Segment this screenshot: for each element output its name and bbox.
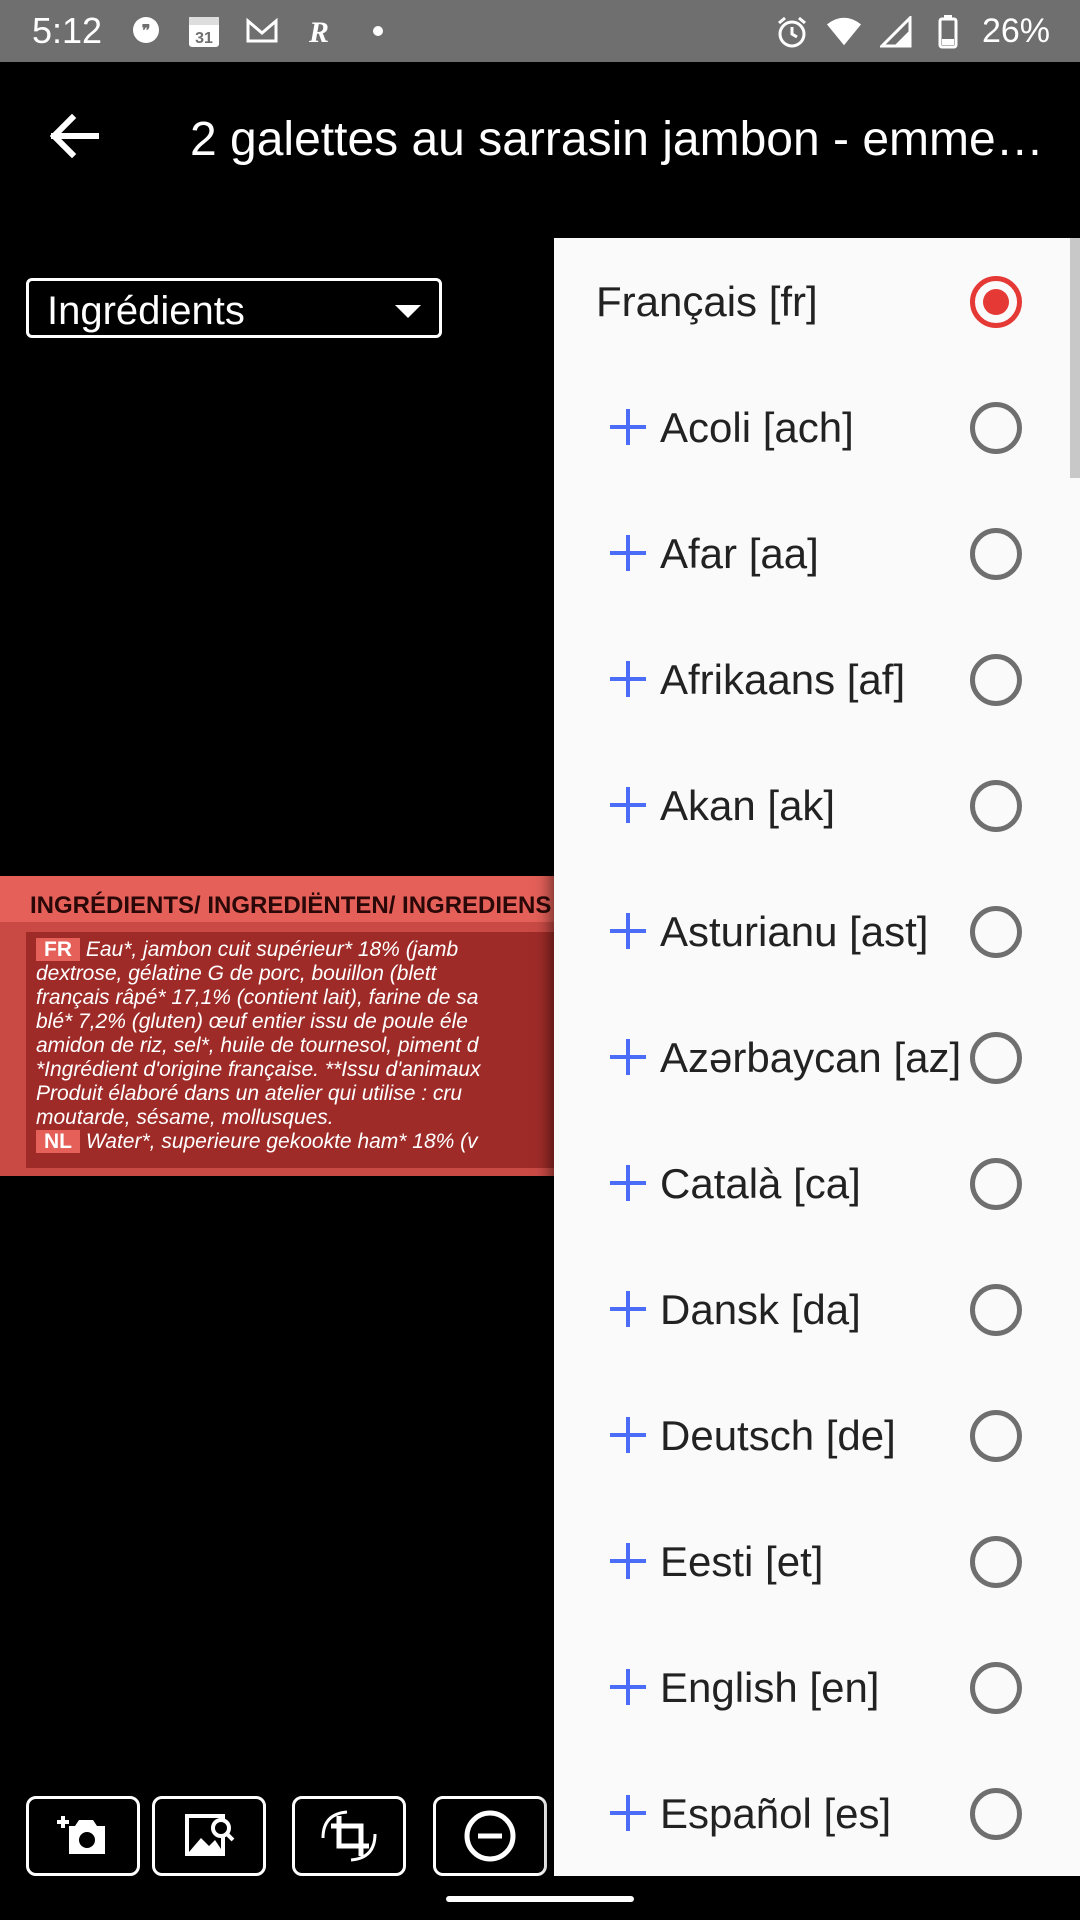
photo-body-text: FR Eau*, jambon cuit supérieur* 18% (jam… [26, 932, 560, 1168]
plus-icon[interactable] [608, 911, 648, 951]
language-label: Azərbaycan [az] [660, 1034, 962, 1081]
plus-icon[interactable] [608, 1541, 648, 1581]
radio-button[interactable] [970, 780, 1022, 832]
language-item-en[interactable]: English [en] [554, 1624, 1080, 1750]
photo-line: français râpé* 17,1% (contient lait), fa… [36, 986, 479, 1009]
minus-circle-icon [464, 1810, 516, 1862]
signal-icon [878, 14, 914, 50]
radio-button[interactable] [970, 654, 1022, 706]
arrow-left-icon [49, 113, 99, 159]
plus-icon[interactable] [608, 1037, 648, 1077]
language-label: Deutsch [de] [660, 1412, 896, 1459]
notification-icons: ❞ 31 R [128, 13, 396, 49]
language-item-ast[interactable]: Asturianu [ast] [554, 868, 1080, 994]
remove-image-button[interactable] [433, 1796, 547, 1876]
app-toolbar: 2 galettes au sarrasin jambon - emmental [0, 62, 1080, 212]
language-label: Dansk [da] [660, 1286, 861, 1333]
radio-button[interactable] [970, 528, 1022, 580]
status-bar: 5:12 ❞ 31 R 26% [0, 0, 1080, 62]
gallery-button[interactable] [152, 1796, 266, 1876]
language-item-de[interactable]: Deutsch [de] [554, 1372, 1080, 1498]
radio-button[interactable] [970, 1158, 1022, 1210]
image-type-dropdown[interactable]: Ingrédients [26, 278, 442, 338]
language-label: English [en] [660, 1664, 880, 1711]
radio-button[interactable] [970, 1284, 1022, 1336]
photo-line: amidon de riz, sel*, huile de tournesol,… [36, 1034, 479, 1057]
radio-selected[interactable] [970, 276, 1022, 328]
photo-line: moutarde, sésame, mollusques. [36, 1106, 334, 1129]
wifi-icon [826, 14, 862, 50]
quote-bubble-icon: ❞ [128, 13, 164, 49]
language-label: Asturianu [ast] [660, 908, 929, 955]
calendar-icon: 31 [186, 13, 222, 49]
r-app-icon: R [302, 13, 338, 49]
calendar-day: 31 [195, 30, 213, 47]
dot-icon [360, 13, 396, 49]
gesture-nav-handle[interactable] [446, 1896, 634, 1902]
svg-text:R: R [308, 16, 329, 48]
language-item-fr[interactable]: Français [fr] [554, 238, 1080, 364]
ingredients-photo[interactable]: INGRÉDIENTS/ INGREDIËNTEN/ INGREDIENS FR… [0, 876, 560, 1176]
alarm-icon [774, 14, 810, 50]
plus-icon[interactable] [608, 407, 648, 447]
radio-button[interactable] [970, 906, 1022, 958]
language-popup-menu: Français [fr] Acoli [ach] Afar [aa] Afri… [554, 238, 1080, 1876]
image-type-selected: Ingrédients [47, 289, 245, 333]
add-photo-button[interactable] [26, 1796, 140, 1876]
status-time: 5:12 [32, 10, 103, 51]
radio-button[interactable] [970, 1536, 1022, 1588]
photo-line: *Ingrédient d'origine française. **Issu … [36, 1058, 481, 1081]
radio-button[interactable] [970, 1788, 1022, 1840]
plus-icon[interactable] [608, 1667, 648, 1707]
language-item-ca[interactable]: Català [ca] [554, 1120, 1080, 1246]
photo-line: NL Water*, superieure gekookte ham* 18% … [36, 1130, 556, 1154]
gmail-icon [244, 13, 280, 49]
plus-icon[interactable] [608, 1415, 648, 1455]
photo-header-text: INGRÉDIENTS/ INGREDIËNTEN/ INGREDIENS [0, 876, 560, 922]
chevron-down-icon [395, 305, 421, 318]
plus-icon[interactable] [608, 533, 648, 573]
photo-line: FR Eau*, jambon cuit supérieur* 18% (jam… [36, 938, 556, 962]
system-icons: 26% [774, 12, 1050, 51]
language-item-aa[interactable]: Afar [aa] [554, 490, 1080, 616]
language-label: Acoli [ach] [660, 404, 854, 451]
language-item-af[interactable]: Afrikaans [af] [554, 616, 1080, 742]
language-label: Akan [ak] [660, 782, 836, 829]
plus-icon[interactable] [608, 1289, 648, 1329]
radio-button[interactable] [970, 1410, 1022, 1462]
language-item-et[interactable]: Eesti [et] [554, 1498, 1080, 1624]
plus-icon[interactable] [608, 785, 648, 825]
photo-line: blé* 7,2% (gluten) œuf entier issu de po… [36, 1010, 468, 1033]
language-item-az[interactable]: Azərbaycan [az] [554, 994, 1080, 1120]
radio-button[interactable] [970, 402, 1022, 454]
radio-button[interactable] [970, 1662, 1022, 1714]
language-label: Català [ca] [660, 1160, 861, 1207]
language-item-ach[interactable]: Acoli [ach] [554, 364, 1080, 490]
language-label: Eesti [et] [660, 1538, 824, 1585]
plus-icon[interactable] [608, 1793, 648, 1833]
language-label: Español [es] [660, 1790, 892, 1837]
plus-icon[interactable] [608, 659, 648, 699]
image-search-icon [185, 1814, 235, 1856]
language-item-da[interactable]: Dansk [da] [554, 1246, 1080, 1372]
back-button[interactable] [44, 106, 104, 166]
crop-rotate-button[interactable] [292, 1796, 406, 1876]
camera-plus-icon [57, 1816, 105, 1854]
page-title: 2 galettes au sarrasin jambon - emmental [190, 113, 1050, 166]
language-label: Français [fr] [596, 278, 818, 325]
language-label: Afar [aa] [660, 530, 819, 577]
language-item-ak[interactable]: Akan [ak] [554, 742, 1080, 868]
svg-text:❞: ❞ [142, 23, 151, 40]
crop-rotate-icon [321, 1810, 377, 1862]
photo-line: dextrose, gélatine G de porc, bouillon (… [36, 962, 437, 985]
photo-line: Produit élaboré dans un atelier qui util… [36, 1082, 463, 1105]
radio-button[interactable] [970, 1032, 1022, 1084]
battery-percent: 26% [981, 12, 1050, 50]
language-item-es[interactable]: Español [es] [554, 1750, 1080, 1876]
language-label: Afrikaans [af] [660, 656, 906, 703]
plus-icon[interactable] [608, 1163, 648, 1203]
battery-icon [930, 14, 966, 50]
